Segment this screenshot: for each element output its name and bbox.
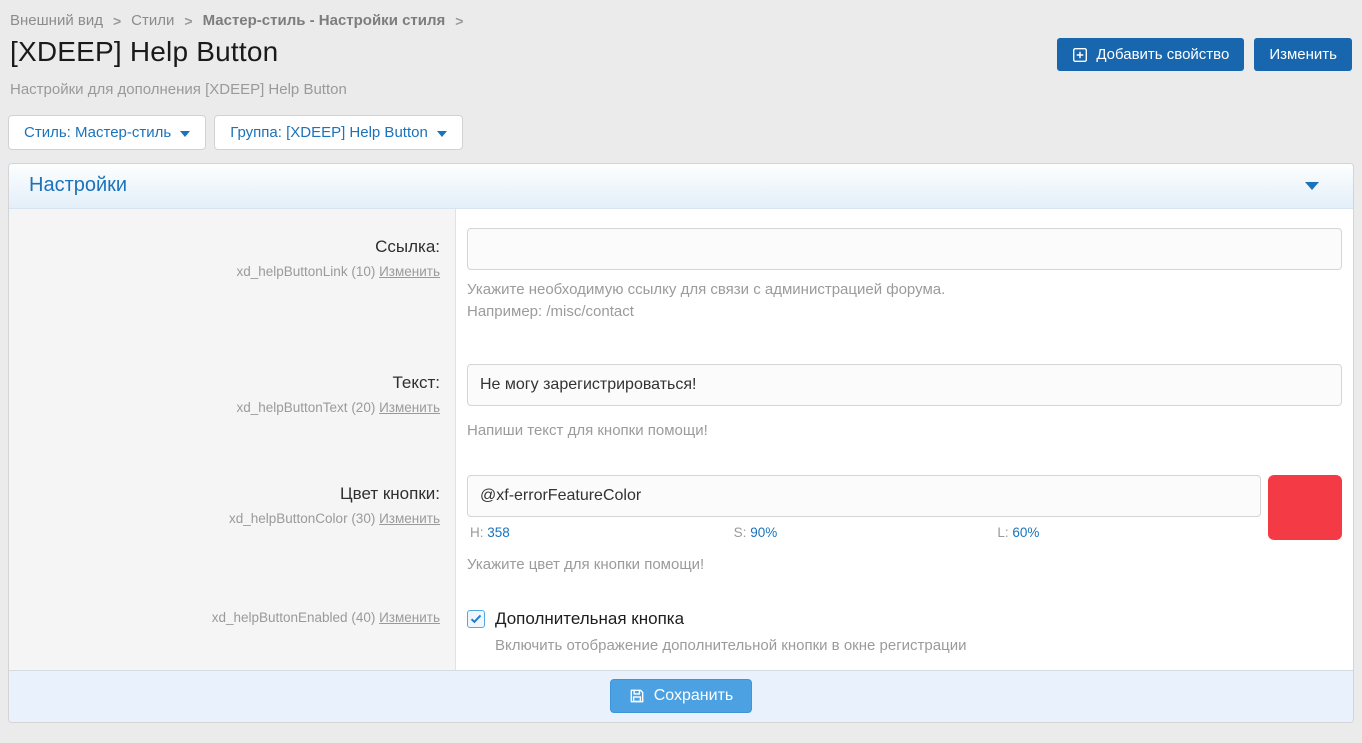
save-floppy-icon	[629, 688, 645, 704]
chevron-down-icon	[180, 131, 190, 137]
field-hint: Напиши текст для кнопки помощи!	[467, 420, 1342, 442]
content-cell: Напиши текст для кнопки помощи!	[456, 364, 1353, 442]
color-input[interactable]	[467, 475, 1261, 517]
form-row-color: Цвет кнопки: xd_helpButtonColor (30) Изм…	[9, 443, 1353, 576]
field-meta-name: xd_helpButtonText (20)	[236, 400, 375, 415]
label-cell: Ссылка: xd_helpButtonLink (10) Изменить	[9, 228, 456, 323]
breadcrumb-separator-icon: >	[455, 13, 463, 29]
field-meta-name: xd_helpButtonColor (30)	[229, 511, 375, 526]
collapse-chevron-icon[interactable]	[1305, 182, 1319, 190]
settings-form: Ссылка: xd_helpButtonLink (10) Изменить …	[9, 209, 1353, 670]
edit-button[interactable]: Изменить	[1254, 38, 1352, 71]
breadcrumb-item-appearance[interactable]: Внешний вид	[10, 12, 103, 29]
breadcrumb-item-styles[interactable]: Стили	[131, 12, 174, 29]
field-meta: xd_helpButtonEnabled (40) Изменить	[19, 610, 440, 625]
hsl-lightness: L: 60%	[997, 525, 1261, 540]
settings-section-header[interactable]: Настройки	[9, 164, 1353, 209]
field-edit-link[interactable]: Изменить	[379, 264, 440, 279]
field-meta: xd_helpButtonLink (10) Изменить	[19, 264, 440, 279]
save-button-label: Сохранить	[654, 687, 734, 705]
field-hint: Укажите необходимую ссылку для связи с а…	[467, 279, 1342, 301]
form-row-enabled: xd_helpButtonEnabled (40) Изменить Допол…	[9, 576, 1353, 670]
group-selector-label: Группа: [XDEEP] Help Button	[230, 124, 428, 141]
checkmark-icon	[470, 614, 482, 624]
enabled-checkbox[interactable]	[467, 610, 485, 628]
field-label: Текст:	[19, 373, 440, 393]
field-hint: Укажите цвет для кнопки помощи!	[467, 554, 1342, 576]
content-cell: H: 358 S: 90% L: 60% Укажите цвет для кн…	[456, 475, 1353, 576]
save-button[interactable]: Сохранить	[610, 679, 753, 713]
form-footer: Сохранить	[9, 670, 1353, 722]
field-edit-link[interactable]: Изменить	[379, 400, 440, 415]
hsl-hue: H: 358	[470, 525, 734, 540]
color-field-group: H: 358 S: 90% L: 60%	[467, 475, 1342, 540]
add-property-button[interactable]: Добавить свойство	[1057, 38, 1244, 71]
content-cell: Укажите необходимую ссылку для связи с а…	[456, 228, 1353, 323]
style-properties-page: Внешний вид > Стили > Мастер-стиль - Нас…	[0, 0, 1362, 723]
header-buttons: Добавить свойство Изменить	[1057, 38, 1352, 71]
page-title: [XDEEP] Help Button	[10, 36, 278, 68]
field-meta-name: xd_helpButtonLink (10)	[236, 264, 375, 279]
field-meta: xd_helpButtonColor (30) Изменить	[19, 511, 440, 526]
field-hint: Например: /misc/contact	[467, 301, 1342, 323]
color-swatch[interactable]	[1268, 475, 1342, 540]
field-edit-link[interactable]: Изменить	[379, 511, 440, 526]
style-selector-chip[interactable]: Стиль: Мастер-стиль	[8, 115, 206, 150]
page-subtitle: Настройки для дополнения [XDEEP] Help Bu…	[8, 81, 1354, 98]
add-property-label: Добавить свойство	[1096, 46, 1229, 63]
form-row-text: Текст: xd_helpButtonText (20) Изменить Н…	[9, 323, 1353, 442]
color-field-main: H: 358 S: 90% L: 60%	[467, 475, 1261, 540]
checkbox-row: Дополнительная кнопка	[467, 609, 1342, 629]
text-input-field[interactable]	[467, 364, 1342, 406]
breadcrumb-item-master-style[interactable]: Мастер-стиль - Настройки стиля	[203, 12, 446, 29]
field-meta-name: xd_helpButtonEnabled (40)	[212, 610, 376, 625]
hsl-saturation: S: 90%	[734, 525, 998, 540]
field-label: Ссылка:	[19, 237, 440, 257]
group-selector-chip[interactable]: Группа: [XDEEP] Help Button	[214, 115, 463, 150]
label-cell: Цвет кнопки: xd_helpButtonColor (30) Изм…	[9, 475, 456, 576]
content-cell: Дополнительная кнопка Включить отображен…	[456, 609, 1353, 657]
field-hint: Включить отображение дополнительной кноп…	[495, 635, 1342, 657]
label-cell: xd_helpButtonEnabled (40) Изменить	[9, 609, 456, 657]
style-selector-label: Стиль: Мастер-стиль	[24, 124, 171, 141]
settings-block: Настройки Ссылка: xd_helpButtonLink (10)…	[8, 163, 1354, 723]
enabled-checkbox-label[interactable]: Дополнительная кнопка	[495, 609, 684, 629]
plus-box-icon	[1072, 47, 1088, 63]
breadcrumb-separator-icon: >	[113, 13, 121, 29]
field-label: Цвет кнопки:	[19, 484, 440, 504]
hsl-readout: H: 358 S: 90% L: 60%	[467, 525, 1261, 540]
breadcrumb: Внешний вид > Стили > Мастер-стиль - Нас…	[8, 0, 1354, 29]
field-meta: xd_helpButtonText (20) Изменить	[19, 400, 440, 415]
chevron-down-icon	[437, 131, 447, 137]
field-edit-link[interactable]: Изменить	[379, 610, 440, 625]
label-cell: Текст: xd_helpButtonText (20) Изменить	[9, 364, 456, 442]
link-input[interactable]	[467, 228, 1342, 270]
breadcrumb-separator-icon: >	[184, 13, 192, 29]
header-row: [XDEEP] Help Button Добавить свойство Из…	[8, 36, 1354, 71]
filter-chips: Стиль: Мастер-стиль Группа: [XDEEP] Help…	[8, 115, 1354, 150]
settings-section-title: Настройки	[29, 174, 127, 197]
edit-button-label: Изменить	[1269, 46, 1337, 63]
form-row-link: Ссылка: xd_helpButtonLink (10) Изменить …	[9, 209, 1353, 323]
